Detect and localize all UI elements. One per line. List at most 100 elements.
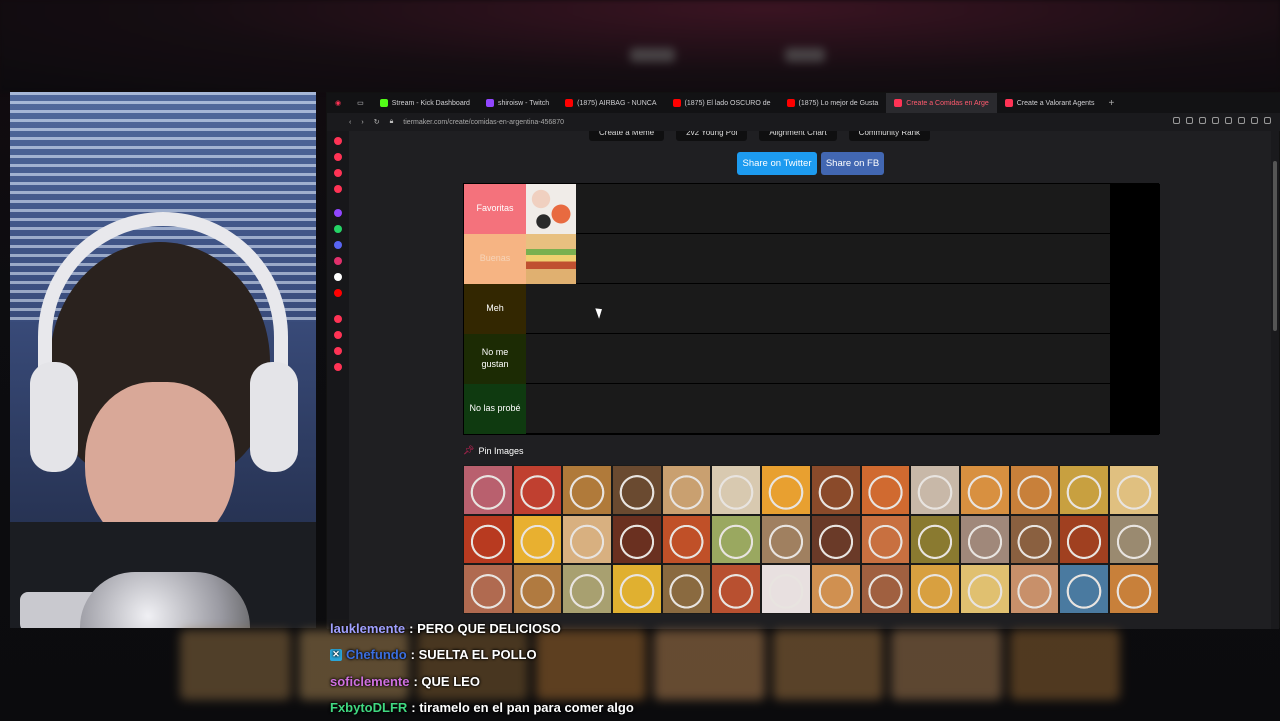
food-image[interactable] [662,515,712,565]
top-menu-item[interactable]: 2v2 Young Pol [676,131,747,141]
food-image[interactable] [463,564,513,614]
food-image[interactable] [711,515,761,565]
url-field[interactable]: tiermaker.com/create/comidas-en-argentin… [403,119,564,126]
food-image-sandwich[interactable] [526,234,576,284]
food-image[interactable] [1059,465,1109,515]
tier-label[interactable]: Buenas [464,234,526,284]
browser-tab[interactable]: shiroisw - Twitch [478,93,557,113]
back-icon[interactable]: ‹ [349,119,351,126]
sidebar-heart-icon[interactable] [334,169,342,177]
food-image-sushi[interactable] [526,184,576,234]
food-image[interactable] [513,515,563,565]
food-image[interactable] [711,564,761,614]
sidebar-cube-icon[interactable] [334,331,342,339]
food-image[interactable] [761,465,811,515]
download-icon[interactable] [1251,117,1258,124]
food-image[interactable] [761,515,811,565]
food-image[interactable] [960,465,1010,515]
browser-tab[interactable]: (1875) El lado OSCURO de [665,93,779,113]
page-scrollbar[interactable] [1271,131,1279,629]
tier-controls[interactable] [1110,184,1160,234]
food-image[interactable] [1109,515,1159,565]
tier-label[interactable]: Favoritas [464,184,526,234]
sidebar-discord-icon[interactable] [334,241,342,249]
top-menu-item[interactable]: Community Rank [849,131,930,141]
sidebar-history-icon[interactable] [334,185,342,193]
food-image[interactable] [662,564,712,614]
browser-menu-icon[interactable]: ◉ [327,93,349,113]
food-image[interactable] [811,465,861,515]
menu-icon[interactable] [1264,117,1271,124]
food-image[interactable] [1109,465,1159,515]
tier-controls[interactable] [1110,334,1160,384]
food-image[interactable] [910,564,960,614]
sidebar-tiktok-icon[interactable] [334,273,342,281]
food-image[interactable] [761,564,811,614]
food-image[interactable] [960,515,1010,565]
food-image[interactable] [1010,515,1060,565]
sidebar-opera-icon[interactable] [334,137,342,145]
food-image[interactable] [811,515,861,565]
sidebar-settings-icon[interactable] [334,347,342,355]
pin-images-toggle[interactable]: 📌︎ Pin Images [463,445,523,456]
chat-username: lauklemente [330,621,405,636]
sidebar-clock-icon[interactable] [334,315,342,323]
reload-icon[interactable]: ↻ [374,118,380,126]
zoom-icon[interactable] [1173,117,1180,124]
sidebar-youtube-icon[interactable] [334,289,342,297]
food-image[interactable] [562,515,612,565]
food-image[interactable] [463,465,513,515]
share-fb-button[interactable]: Share on FB [821,152,884,175]
food-image[interactable] [662,465,712,515]
sidebar-toggle-icon[interactable]: ▭ [349,93,372,113]
food-image[interactable] [612,515,662,565]
food-image[interactable] [1010,465,1060,515]
food-image[interactable] [513,564,563,614]
food-image[interactable] [711,465,761,515]
tier-controls[interactable] [1110,384,1160,434]
food-image[interactable] [612,564,662,614]
food-image[interactable] [513,465,563,515]
browser-tab[interactable]: Create a Comidas en Arge [886,93,997,113]
heart-icon[interactable] [1238,117,1245,124]
browser-tab[interactable]: (1875) Lo mejor de Gusta [779,93,887,113]
food-image[interactable] [861,515,911,565]
food-image[interactable] [1059,515,1109,565]
browser-tab[interactable]: (1875) AIRBAG - NUNCA [557,93,664,113]
food-image[interactable] [1010,564,1060,614]
tier-label[interactable]: Meh [464,284,526,334]
food-image[interactable] [861,564,911,614]
food-image[interactable] [562,465,612,515]
browser-tab[interactable]: Stream - Kick Dashboard [372,93,478,113]
tier-controls[interactable] [1110,234,1160,284]
food-image[interactable] [612,465,662,515]
sidebar-twitch-icon[interactable] [334,209,342,217]
share-twitter-button[interactable]: Share on Twitter [737,152,817,175]
food-image[interactable] [960,564,1010,614]
sidebar-home-icon[interactable] [334,153,342,161]
food-image[interactable] [861,465,911,515]
tier-label[interactable]: No las probé [464,384,526,434]
scrollbar-thumb[interactable] [1273,161,1277,331]
new-tab-button[interactable]: + [1102,98,1120,109]
bookmark-icon[interactable] [1186,117,1193,124]
settings-icon[interactable] [1212,117,1219,124]
sidebar-lightbulb-icon[interactable] [334,363,342,371]
tier-label[interactable]: No me gustan [464,334,526,384]
forward-icon[interactable]: › [361,119,363,126]
browser-tab[interactable]: Create a Valorant Agents [997,93,1103,113]
food-image[interactable] [1059,564,1109,614]
sidebar-instagram-icon[interactable] [334,257,342,265]
sidebar-whatsapp-icon[interactable] [334,225,342,233]
food-image[interactable] [910,465,960,515]
food-image[interactable] [811,564,861,614]
food-image[interactable] [562,564,612,614]
tier-controls[interactable] [1110,284,1160,334]
food-image[interactable] [910,515,960,565]
screenshot-icon[interactable] [1199,117,1206,124]
top-menu-item[interactable]: Create a Meme [589,131,664,141]
top-menu-item[interactable]: Alignment Chart [759,131,836,141]
food-image[interactable] [1109,564,1159,614]
food-image[interactable] [463,515,513,565]
extensions-icon[interactable] [1225,117,1232,124]
